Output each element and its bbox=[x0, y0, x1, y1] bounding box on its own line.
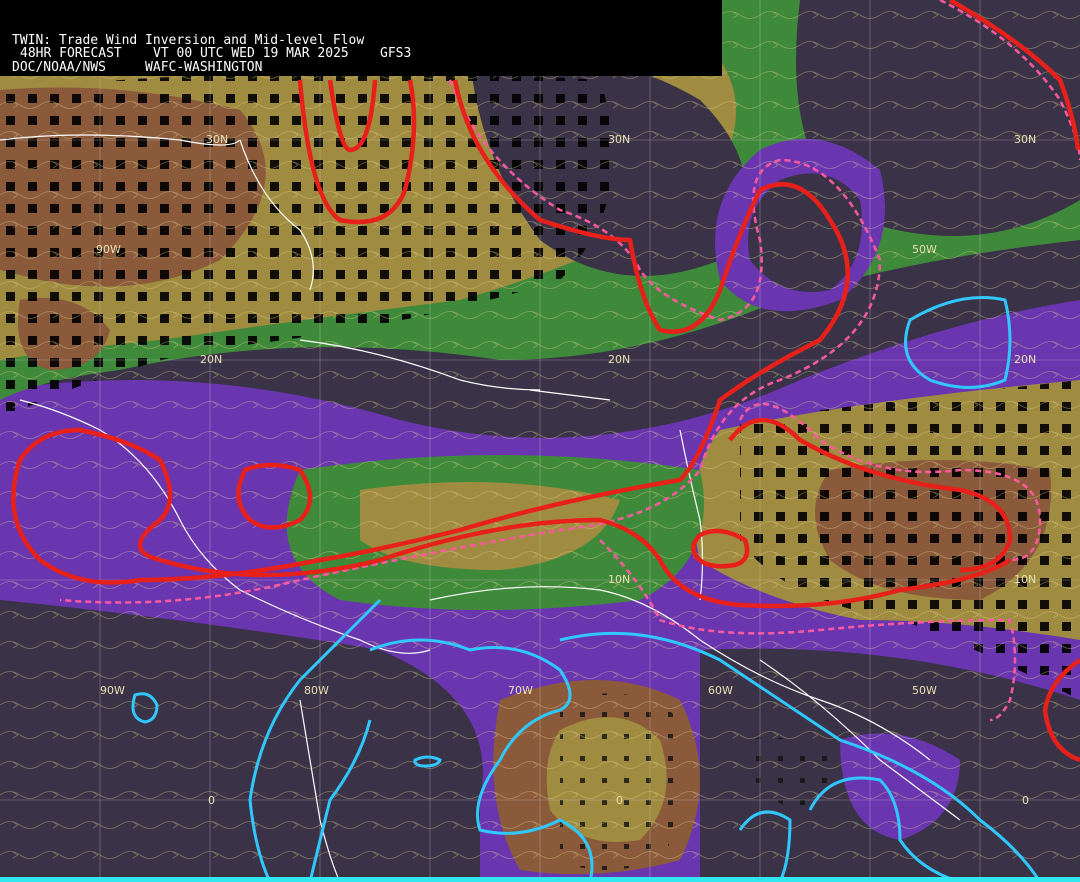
label-90w-bottom: 90W bbox=[100, 684, 125, 697]
map-canvas: 30N 30N 30N 90W 50W 20N 20N 20N 10N 10N … bbox=[0, 0, 1080, 882]
label-eq-left: 0 bbox=[208, 794, 215, 807]
agency-credit: DOC/NOAA/NWS WAFC-WASHINGTON bbox=[12, 60, 263, 75]
label-30n-right: 30N bbox=[1014, 133, 1036, 146]
label-30n-left: 30N bbox=[206, 133, 228, 146]
label-10n-center: 10N bbox=[608, 573, 630, 586]
header-panel: TWIN: Trade Wind Inversion and Mid-level… bbox=[0, 0, 722, 76]
label-80w-bottom: 80W bbox=[304, 684, 329, 697]
forecast-map: 30N 30N 30N 90W 50W 20N 20N 20N 10N 10N … bbox=[0, 0, 1080, 882]
label-50w-bottom: 50W bbox=[912, 684, 937, 697]
label-50w-top: 50W bbox=[912, 243, 937, 256]
label-20n-left: 20N bbox=[200, 353, 222, 366]
label-20n-right: 20N bbox=[1014, 353, 1036, 366]
label-10n-right: 10N bbox=[1014, 573, 1036, 586]
label-60w-bottom: 60W bbox=[708, 684, 733, 697]
label-20n-center: 20N bbox=[608, 353, 630, 366]
label-eq-right: 0 bbox=[1022, 794, 1029, 807]
label-90w-top: 90W bbox=[96, 243, 121, 256]
label-70w-bottom: 70W bbox=[508, 684, 533, 697]
label-30n-center: 30N bbox=[608, 133, 630, 146]
bottom-border bbox=[0, 877, 1080, 882]
forecast-validity: 48HR FORECAST VT 00 UTC WED 19 MAR 2025 … bbox=[20, 46, 412, 61]
label-eq-center: 0 bbox=[616, 794, 623, 807]
